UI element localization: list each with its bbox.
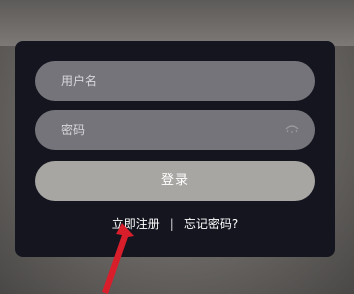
link-separator: | bbox=[169, 217, 174, 231]
forgot-password-link[interactable]: 忘记密码? bbox=[184, 215, 238, 233]
register-link[interactable]: 立即注册 bbox=[112, 215, 160, 233]
login-button[interactable]: 登录 bbox=[35, 161, 315, 201]
background-blur bbox=[0, 0, 354, 46]
auth-links: 立即注册 | 忘记密码? bbox=[15, 215, 335, 233]
password-placeholder: 密码 bbox=[61, 123, 86, 137]
username-input[interactable]: 用户名 bbox=[35, 61, 315, 101]
password-input[interactable]: 密码 bbox=[35, 110, 315, 150]
eye-off-icon[interactable] bbox=[285, 124, 299, 134]
username-placeholder: 用户名 bbox=[61, 74, 98, 88]
